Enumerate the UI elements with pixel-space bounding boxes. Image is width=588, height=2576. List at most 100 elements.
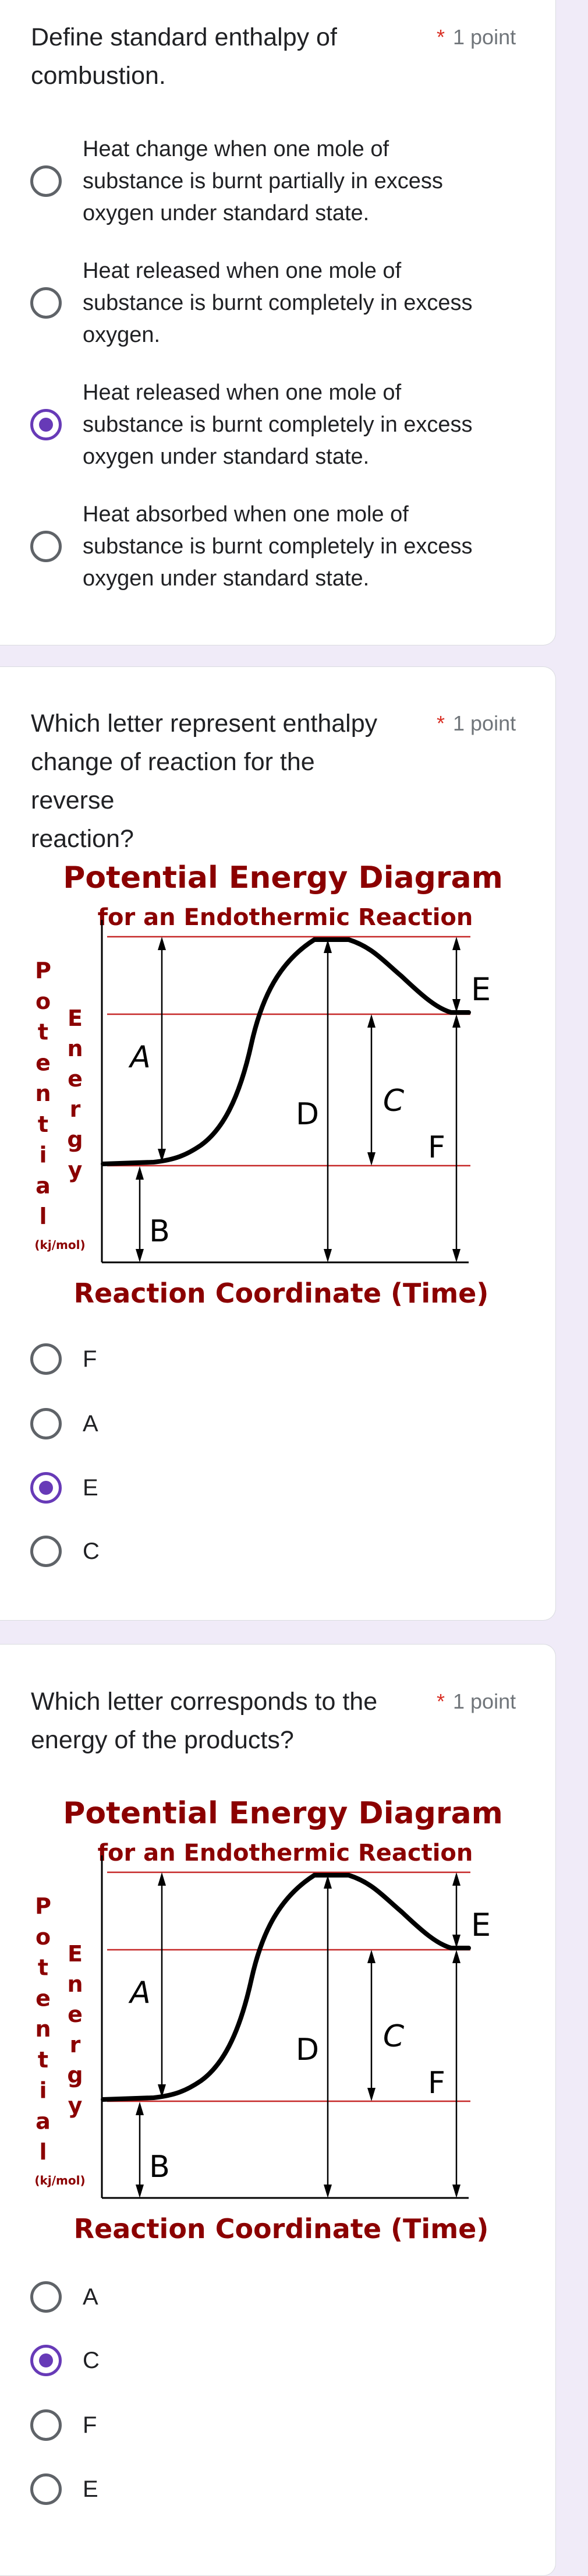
y-axis-label-letter: o [36, 989, 51, 1014]
radio-option-1[interactable] [30, 165, 62, 197]
title-line: Which letter corresponds to the [31, 1688, 378, 1716]
y-axis-label-letter: e [68, 2002, 83, 2027]
x-axis-label: Reaction Coordinate (Time) [74, 1278, 489, 1309]
radio-option-f[interactable] [30, 1343, 62, 1375]
y-axis-label-letter: n [67, 1971, 83, 1997]
option-line: substance is burnt completely in excess [83, 291, 473, 315]
y-axis-label-letter: i [39, 1142, 47, 1168]
energy-curve [101, 937, 471, 1166]
radio-option-a[interactable] [30, 1408, 62, 1439]
title-line: change of reaction for the reverse [31, 748, 315, 814]
diagram-svg: Potential Energy Diagram for an Endother… [34, 1796, 502, 2245]
y-axis-label-letter: n [67, 1036, 83, 1061]
question-title: Which letter represent enthalpy change o… [31, 704, 403, 858]
points-label: * 1 point [437, 18, 516, 57]
label-e: E [471, 1907, 491, 1943]
radio-option-f[interactable] [30, 2409, 62, 2441]
y-axis-label-letter: y [68, 2092, 83, 2118]
y-axis-label-letter: g [67, 2062, 83, 2088]
radio-option-c[interactable] [30, 1536, 62, 1567]
option-line: Heat released when one mole of [83, 380, 402, 405]
label-d: D [296, 2032, 319, 2067]
option-label[interactable]: F [83, 1345, 97, 1374]
option-line: Heat released when one mole of [83, 259, 402, 283]
diagram-subtitle: for an Endothermic Reaction [98, 904, 473, 931]
y-axis-label-potential: Potential [35, 958, 51, 1229]
question-title: Which letter corresponds to the energy o… [31, 1682, 403, 1759]
y-axis-label-energy: Energy [67, 1005, 83, 1183]
option-label[interactable]: E [83, 1473, 98, 1502]
option-label[interactable]: Heat absorbed when one mole of substance… [83, 499, 525, 595]
y-axis-label-letter: l [39, 2139, 47, 2165]
potential-energy-diagram: Potential Energy Diagram for an Endother… [0, 851, 588, 1317]
radio-option-c-selected[interactable] [30, 2345, 62, 2376]
y-axis-label-letter: a [36, 1173, 51, 1198]
label-f: F [428, 2066, 445, 2101]
diagram-subtitle: for an Endothermic Reaction [98, 1840, 473, 1866]
arrow-f [452, 1950, 461, 2198]
y-axis-label-letter: t [38, 1955, 48, 1981]
y-axis-label-letter: a [36, 2108, 51, 2134]
label-a: A [128, 1040, 151, 1075]
required-asterisk: * [437, 25, 445, 49]
y-axis-label-letter: i [39, 2078, 47, 2104]
option-label[interactable]: C [83, 2346, 100, 2375]
label-a: A [128, 1975, 151, 2010]
label-c: C [383, 2019, 405, 2054]
arrow-e [452, 1872, 461, 1948]
y-axis-label-letter: P [35, 958, 51, 983]
y-axis-label-letter: e [36, 1050, 51, 1075]
y-axis-label-potential: Potential [35, 1893, 51, 2165]
radio-option-3-selected[interactable] [30, 409, 62, 440]
y-axis-label-letter: P [35, 1893, 51, 1919]
title-line: Which letter represent enthalpy [31, 710, 378, 737]
y-axis-unit: (kj/mol) [34, 2173, 85, 2187]
option-label[interactable]: A [83, 1409, 98, 1438]
option-label[interactable]: A [83, 2282, 98, 2312]
option-line: substance is burnt partially in excess [83, 169, 443, 193]
y-axis-label-letter: E [68, 1005, 83, 1031]
points-value: 1 point [453, 711, 516, 735]
radio-option-e-selected[interactable] [30, 1472, 62, 1504]
arrow-c [367, 1014, 376, 1166]
radio-option-2[interactable] [30, 287, 62, 319]
label-e: E [471, 971, 491, 1008]
y-axis-label-letter: l [39, 1204, 47, 1229]
required-asterisk: * [437, 1689, 445, 1713]
radio-option-e[interactable] [30, 2473, 62, 2505]
option-label[interactable]: E [83, 2475, 98, 2504]
radio-option-4[interactable] [30, 531, 62, 562]
title-line: energy of the products? [31, 1726, 294, 1754]
option-label[interactable]: F [83, 2411, 97, 2440]
arrow-a [158, 937, 166, 1162]
arrow-b [136, 1166, 144, 1262]
option-line: oxygen. [83, 323, 161, 347]
label-b: B [149, 2150, 170, 2185]
arrow-d [324, 940, 332, 1262]
title-line: Define standard enthalpy of [31, 23, 337, 51]
option-label[interactable]: Heat released when one mole of substance… [83, 255, 525, 351]
option-line: oxygen under standard state. [83, 201, 370, 225]
arrow-a [158, 1872, 166, 2098]
y-axis-label-letter: e [36, 1985, 51, 2011]
y-axis-label-letter: g [67, 1127, 83, 1152]
label-b: B [149, 1214, 170, 1249]
option-label[interactable]: Heat change when one mole of substance i… [83, 133, 525, 230]
option-line: Heat change when one mole of [83, 137, 389, 161]
arrow-c [367, 1950, 376, 2101]
y-axis-label-letter: e [68, 1066, 83, 1092]
points-value: 1 point [453, 25, 516, 49]
y-axis-label-letter: n [35, 2016, 51, 2042]
points-label: * 1 point [437, 1682, 516, 1721]
radio-option-a[interactable] [30, 2281, 62, 2313]
option-line: oxygen under standard state. [83, 444, 370, 469]
arrow-f [452, 1014, 461, 1262]
label-c: C [383, 1084, 405, 1118]
option-label[interactable]: Heat released when one mole of substance… [83, 377, 525, 473]
title-line: combustion. [31, 62, 166, 90]
arrow-b [136, 2102, 144, 2198]
question-card-3: Which letter corresponds to the energy o… [0, 1644, 556, 2576]
option-label[interactable]: C [83, 1537, 100, 1566]
option-line: substance is burnt completely in excess [83, 412, 473, 437]
y-axis-label-letter: t [38, 1111, 48, 1137]
